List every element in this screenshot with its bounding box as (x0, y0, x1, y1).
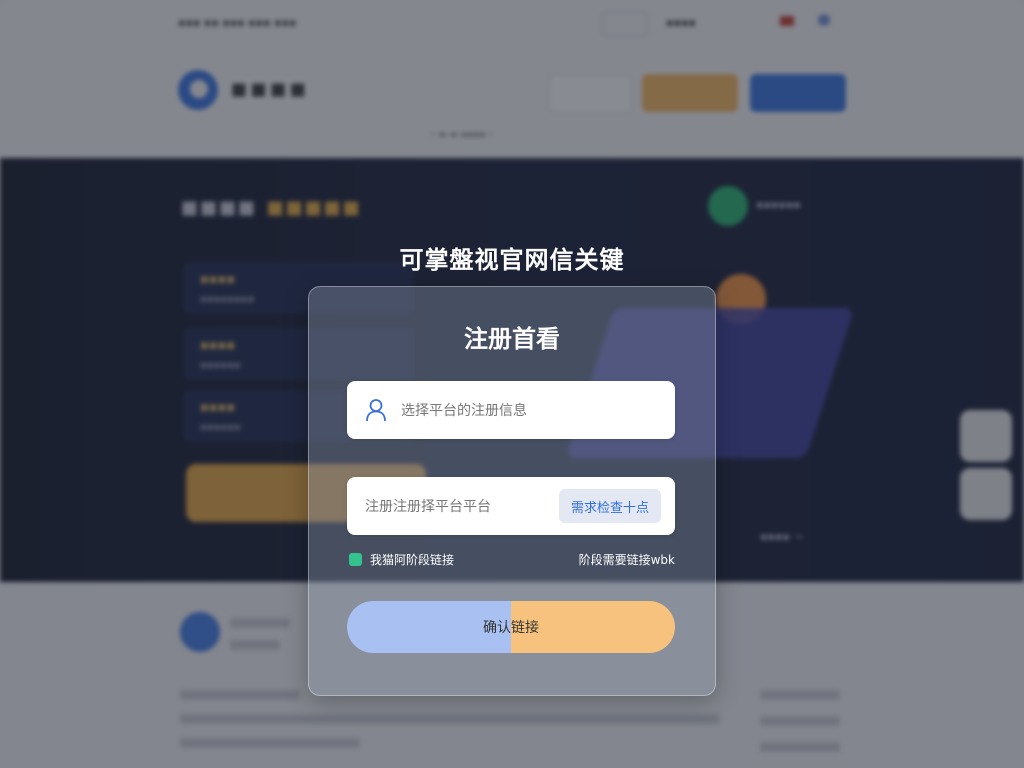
modal-heading: 可掌盤视官网信关键 (399, 246, 625, 274)
username-field (347, 381, 675, 441)
modal-title: 注册首看 (464, 325, 560, 353)
submit-button[interactable]: 确认链接 (347, 601, 675, 653)
verification-code-input[interactable] (363, 477, 557, 537)
agreement-row[interactable]: 我猫阿阶段链接 (349, 551, 454, 568)
user-icon (366, 399, 386, 422)
get-code-button[interactable]: 需求检查十点 (559, 489, 661, 523)
code-field: 需求检查十点 (347, 477, 675, 537)
username-input[interactable] (399, 381, 663, 441)
register-modal: 注册首看 需求检查十点 我猫阿阶段链接 阶段需要链接wbk 确认链接 (308, 286, 716, 696)
agreement-label: 我猫阿阶段链接 (370, 553, 455, 567)
help-link[interactable]: 阶段需要链接wbk (579, 551, 675, 568)
agreement-checkbox[interactable] (349, 553, 362, 566)
